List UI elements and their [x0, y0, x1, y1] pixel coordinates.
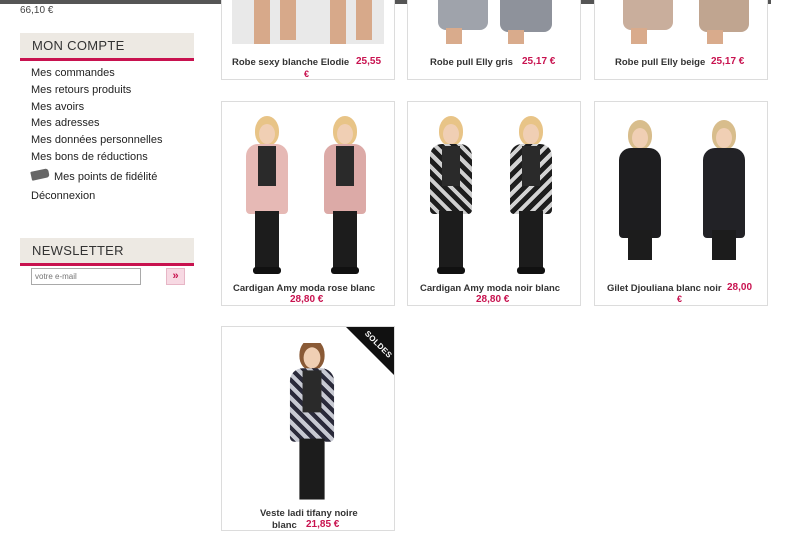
product-name[interactable]: Cardigan Amy moda noir blanc — [420, 283, 560, 294]
product-name-line2[interactable]: blanc — [272, 520, 297, 531]
product-image[interactable] — [232, 0, 384, 44]
product-card[interactable]: Cardigan Amy moda noir blanc 28,80 € — [407, 101, 581, 306]
product-price: 25,17 € — [522, 56, 556, 67]
link-personal-info[interactable]: Mes données personnelles — [31, 132, 162, 149]
product-image[interactable] — [603, 118, 761, 268]
price-currency: € — [677, 294, 683, 304]
product-name[interactable]: Robe pull Elly beige — [615, 57, 705, 68]
product-card[interactable]: SOLDES Veste ladi tifany noire blanc 21,… — [221, 326, 395, 531]
newsletter-block-title: NEWSLETTER — [20, 238, 194, 266]
product-image[interactable] — [436, 0, 552, 44]
product-name[interactable]: Robe pull Elly gris — [430, 57, 513, 68]
product-image[interactable] — [615, 0, 757, 44]
product-price: 25,55 — [356, 56, 382, 67]
price-currency: € — [304, 69, 310, 79]
logout-link[interactable]: Déconnexion — [31, 190, 95, 202]
product-card[interactable]: Robe sexy blanche Elodie 25,55 € — [221, 0, 395, 80]
product-image[interactable] — [230, 112, 388, 280]
link-vouchers[interactable]: Mes bons de réductions — [31, 149, 162, 166]
product-card[interactable]: Robe pull Elly beige 25,17 € — [594, 0, 768, 80]
link-credit-slips[interactable]: Mes avoirs — [31, 99, 162, 116]
product-name[interactable]: Cardigan Amy moda rose blanc — [233, 283, 375, 294]
product-name[interactable]: Gilet Djouliana blanc noir — [607, 283, 722, 294]
newsletter-email-input[interactable] — [31, 268, 141, 285]
product-price: 28,80 € — [290, 294, 324, 305]
newsletter-submit-button[interactable]: » — [166, 268, 185, 285]
cart-total: 66,10 € — [20, 5, 54, 16]
product-price: 28,80 € — [476, 294, 510, 305]
link-loyalty-points[interactable]: Mes points de fidélité — [30, 167, 158, 183]
account-links: Mes commandes Mes retours produits Mes a… — [31, 65, 162, 166]
product-card[interactable]: Robe pull Elly gris 25,17 € — [407, 0, 581, 80]
link-returns[interactable]: Mes retours produits — [31, 82, 162, 99]
product-price: 25,17 € — [711, 56, 745, 67]
product-name[interactable]: Veste ladi tifany noire — [260, 508, 358, 519]
sale-badge: SOLDES — [346, 327, 394, 375]
loyalty-tag-icon — [30, 167, 50, 181]
product-card[interactable]: Cardigan Amy moda rose blanc 28,80 € — [221, 101, 395, 306]
product-price: 28,00 — [727, 282, 753, 293]
product-image[interactable] — [416, 112, 574, 280]
link-addresses[interactable]: Mes adresses — [31, 115, 162, 132]
product-price: 21,85 € — [306, 519, 340, 530]
product-card[interactable]: Gilet Djouliana blanc noir 28,00 € — [594, 101, 768, 306]
loyalty-label: Mes points de fidélité — [54, 171, 158, 183]
product-name[interactable]: Robe sexy blanche Elodie — [232, 57, 349, 68]
link-orders[interactable]: Mes commandes — [31, 65, 162, 82]
account-block-title: MON COMPTE — [20, 33, 194, 61]
